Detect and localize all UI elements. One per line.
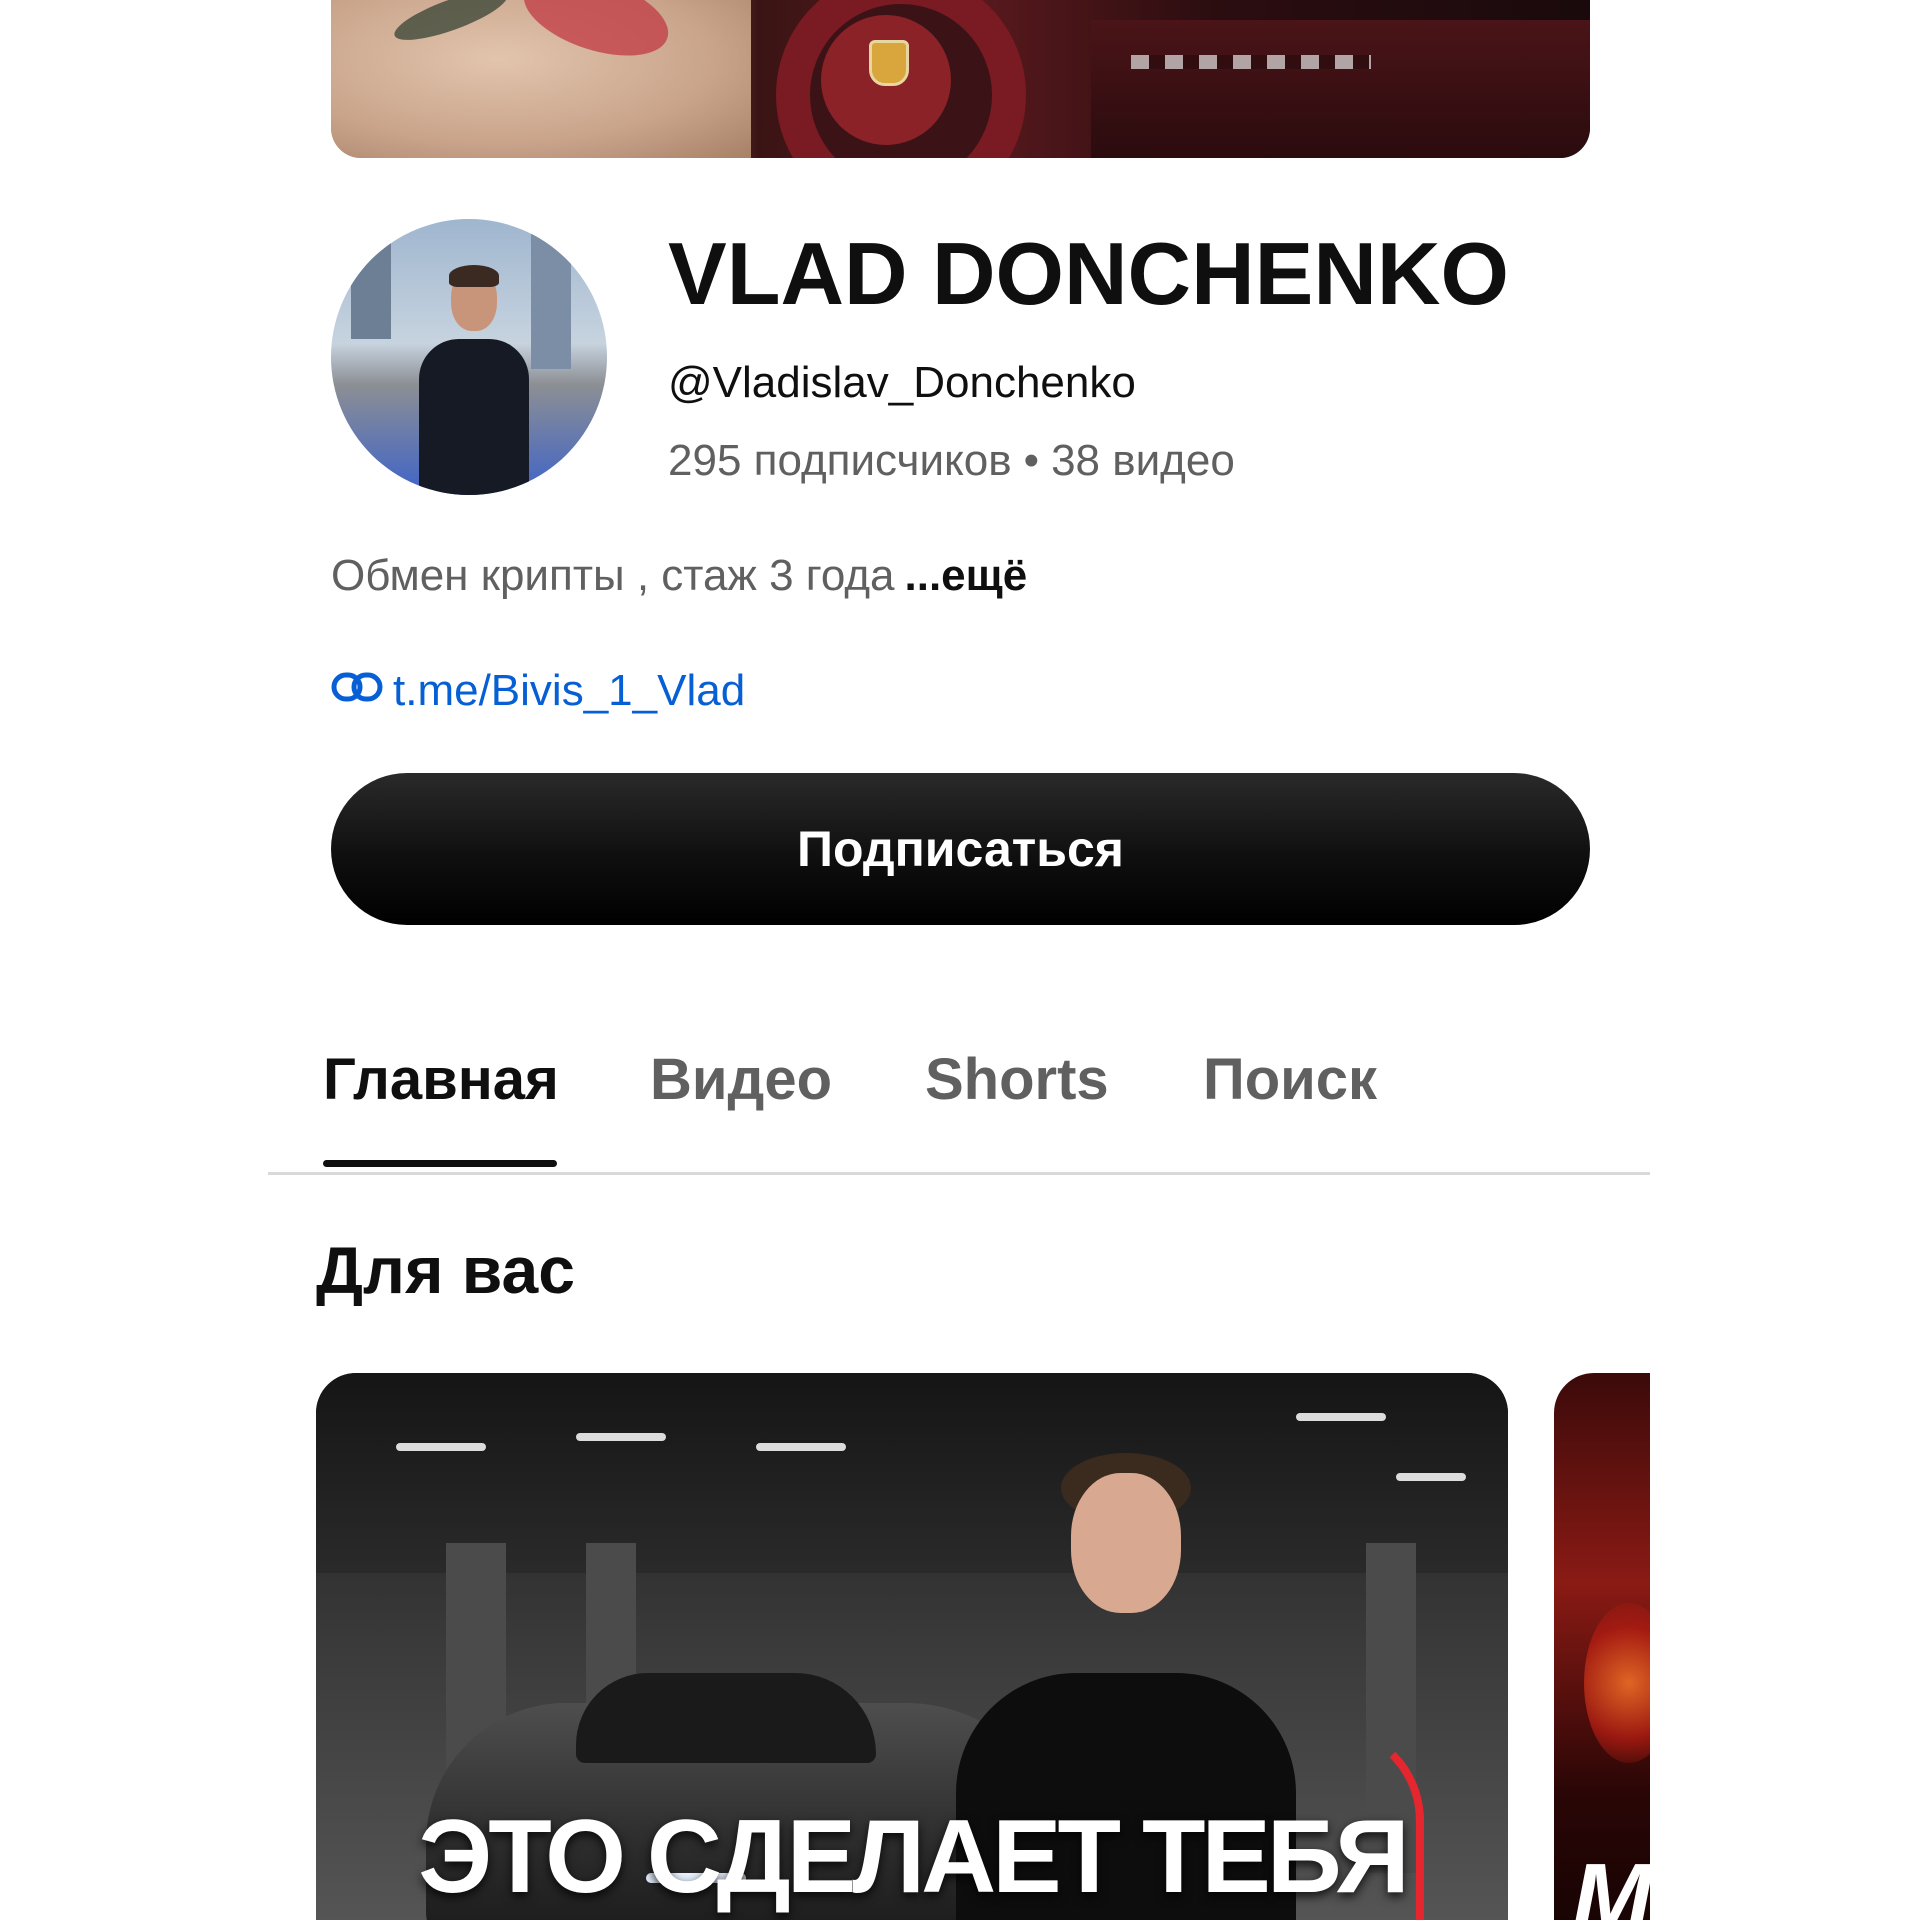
tab-shorts[interactable]: Shorts — [925, 1046, 1109, 1113]
avatar-building — [531, 219, 571, 369]
channel-name: VLAD DONCHENKO — [668, 224, 1509, 323]
channel-banner — [331, 0, 1590, 158]
thumbnail-light — [1396, 1473, 1466, 1481]
thumbnail-title: ЭТО СДЕЛАЕТ ТЕБЯ — [418, 1799, 1410, 1915]
tab-videos[interactable]: Видео — [650, 1046, 832, 1113]
video-thumbnail[interactable]: ЭТО СДЕЛАЕТ ТЕБЯ — [316, 1373, 1508, 1920]
channel-description[interactable]: Обмен крипты , стаж 3 года ...ещё — [331, 551, 1027, 601]
channel-tabs: Главная Видео Shorts Поиск — [268, 1030, 1651, 1175]
avatar-person-hair — [449, 265, 499, 287]
channel-page: VLAD DONCHENKO @Vladislav_Donchenko 295 … — [0, 0, 1920, 1920]
avatar-building — [351, 219, 391, 339]
banner-dashboard — [1091, 20, 1590, 158]
thumbnail-car-window — [576, 1673, 876, 1763]
link-icon — [331, 666, 383, 716]
stats-separator: • — [1023, 436, 1040, 485]
thumbnail-light — [1296, 1413, 1386, 1421]
active-tab-indicator — [323, 1160, 557, 1167]
video-count: 38 видео — [1051, 436, 1235, 485]
channel-stats: 295 подписчиков • 38 видео — [668, 436, 1235, 486]
more-link[interactable]: ...ещё — [905, 551, 1028, 600]
viewport-edge — [1650, 0, 1920, 1920]
thumbnail-light — [756, 1443, 846, 1451]
channel-avatar[interactable] — [331, 219, 607, 495]
thumbnail-light — [396, 1443, 486, 1451]
channel-handle: @Vladislav_Donchenko — [668, 358, 1136, 407]
section-title: Для вас — [316, 1233, 575, 1307]
thumbnail-title: M — [1572, 1844, 1652, 1920]
thumbnail-light — [576, 1433, 666, 1441]
link-text: t.me/Bivis_1_Vlad — [393, 666, 746, 715]
tab-search[interactable]: Поиск — [1203, 1046, 1377, 1113]
banner-vents — [1131, 55, 1371, 69]
subscriber-count: 295 подписчиков — [668, 436, 1012, 485]
subscribe-button[interactable]: Подписаться — [331, 773, 1590, 925]
banner-emblem — [869, 40, 909, 86]
description-text: Обмен крипты , стаж 3 года — [331, 551, 895, 600]
tab-home[interactable]: Главная — [323, 1046, 559, 1113]
thumbnail-person-head — [1071, 1473, 1181, 1613]
avatar-person-body — [419, 339, 529, 495]
channel-link[interactable]: t.me/Bivis_1_Vlad — [331, 666, 745, 716]
